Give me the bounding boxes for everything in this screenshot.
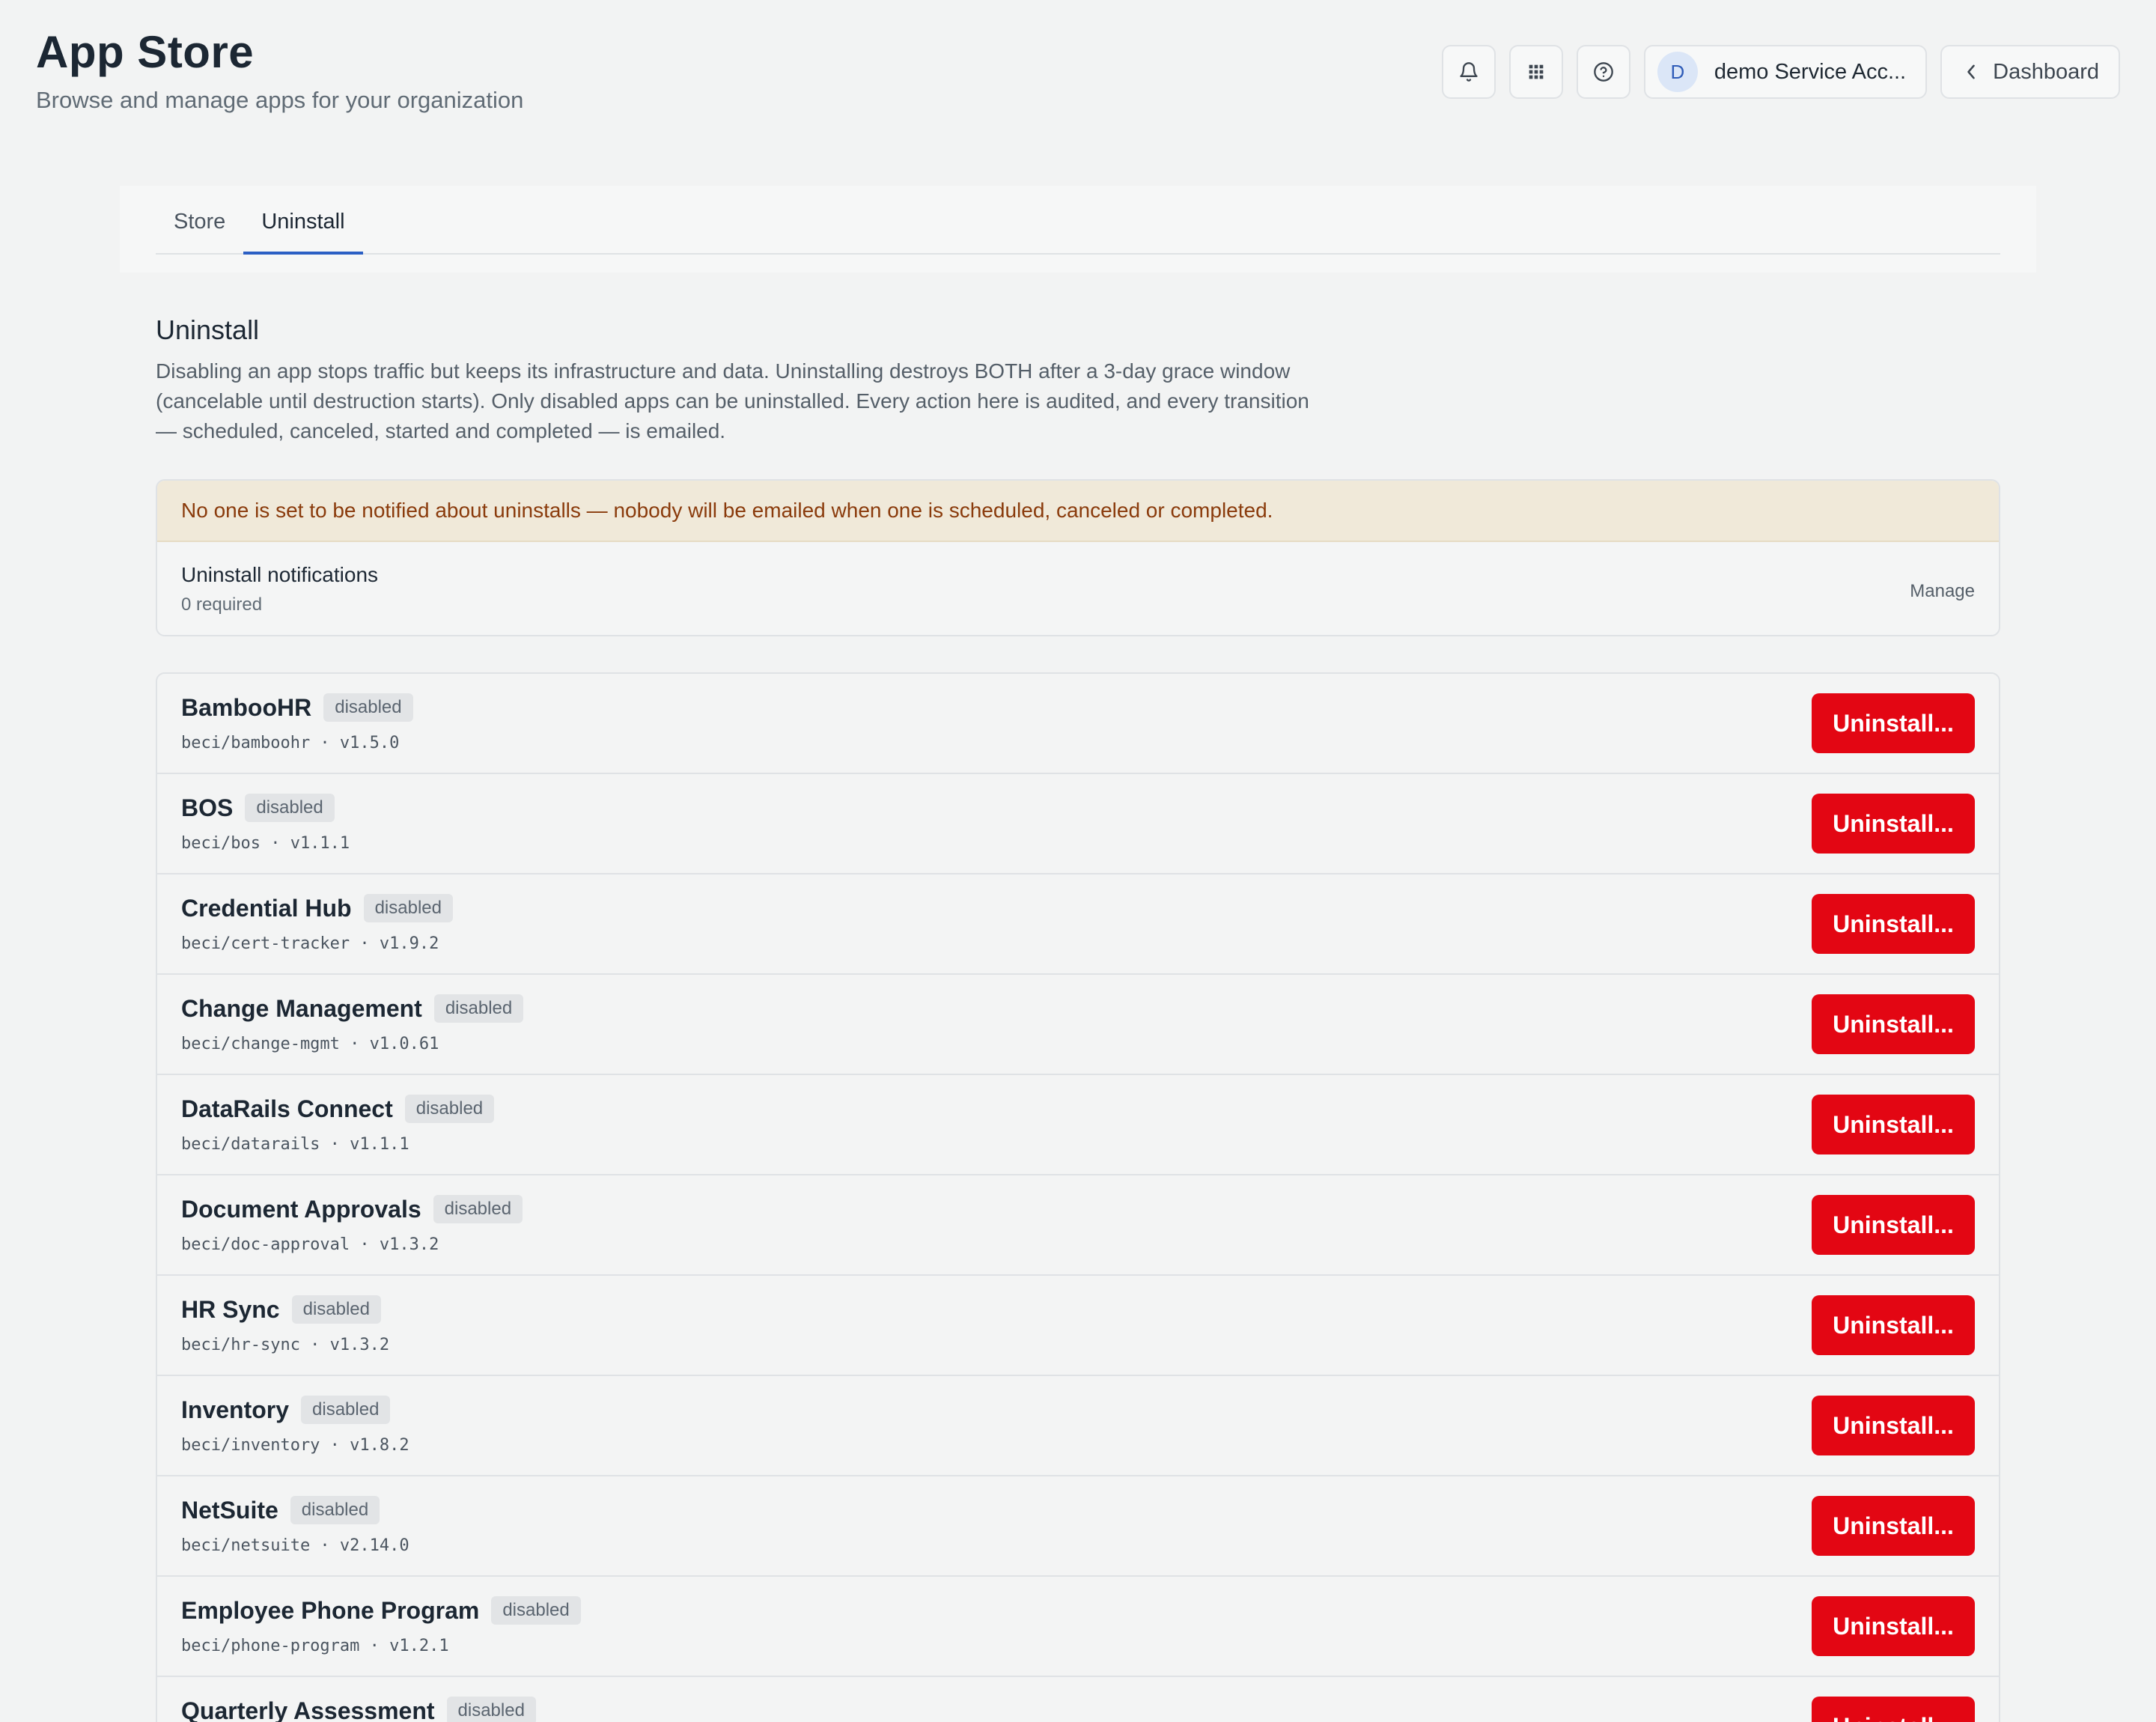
app-name-line: BambooHR disabled [181, 693, 413, 722]
app-name: BOS [181, 794, 234, 821]
app-meta: beci/bos · v1.1.1 [181, 834, 350, 853]
status-badge: disabled [433, 994, 524, 1023]
dashboard-button[interactable]: Dashboard [1940, 45, 2120, 99]
app-store-page: App Store Browse and manage apps for you… [0, 0, 2156, 1722]
list-item: Change Management disabled beci/change-m… [157, 975, 1999, 1075]
uninstall-button[interactable]: Uninstall... [1812, 1697, 1975, 1722]
dashboard-label: Dashboard [1993, 59, 2099, 84]
list-item: BambooHR disabled beci/bamboohr · v1.5.0… [157, 674, 1999, 774]
list-item: Inventory disabled beci/inventory · v1.8… [157, 1376, 1999, 1476]
app-name: Change Management [181, 994, 422, 1022]
uninstall-button[interactable]: Uninstall... [1812, 1496, 1975, 1556]
status-badge: disabled [404, 1095, 495, 1123]
status-badge: disabled [363, 894, 453, 922]
list-item: Document Approvals disabled beci/doc-app… [157, 1175, 1999, 1276]
status-badge: disabled [301, 1396, 391, 1424]
app-name: Credential Hub [181, 894, 352, 922]
list-item: DataRails Connect disabled beci/datarail… [157, 1075, 1999, 1175]
status-badge: disabled [433, 1195, 523, 1223]
app-list: BambooHR disabled beci/bamboohr · v1.5.0… [156, 672, 2000, 1722]
chevron-left-icon [1967, 64, 1975, 79]
tab-bar: Store Uninstall [156, 204, 2000, 255]
app-name-line: Change Management disabled [181, 994, 524, 1023]
uninstall-button[interactable]: Uninstall... [1812, 693, 1975, 753]
tab-uninstall[interactable]: Uninstall [243, 204, 363, 255]
list-item: Credential Hub disabled beci/cert-tracke… [157, 874, 1999, 975]
app-name: HR Sync [181, 1295, 280, 1323]
uninstall-button[interactable]: Uninstall... [1812, 1596, 1975, 1656]
list-item: NetSuite disabled beci/netsuite · v2.14.… [157, 1476, 1999, 1577]
app-name-line: Document Approvals disabled [181, 1195, 523, 1223]
app-name: Inventory [181, 1396, 290, 1423]
grid-icon [1529, 64, 1544, 79]
uninstall-button[interactable]: Uninstall... [1812, 894, 1975, 954]
status-badge: disabled [491, 1596, 581, 1625]
account-name: demo Service Acc... [1714, 59, 1907, 84]
status-badge: disabled [446, 1697, 536, 1722]
notifications-button[interactable] [1441, 45, 1496, 99]
apps-grid-button[interactable] [1508, 45, 1563, 99]
page-header: App Store Browse and manage apps for you… [36, 25, 523, 115]
uninstall-button[interactable]: Uninstall... [1812, 1295, 1975, 1355]
notification-body: Uninstall notifications 0 required Manag… [157, 542, 1999, 635]
account-menu-button[interactable]: D demo Service Acc... [1643, 45, 1928, 99]
uninstall-button[interactable]: Uninstall... [1812, 1195, 1975, 1255]
app-name: NetSuite [181, 1496, 278, 1524]
uninstall-section-header: Uninstall Disabling an app stops traffic… [156, 313, 2000, 446]
section-description: Disabling an app stops traffic but keeps… [156, 359, 1309, 442]
notification-warning: No one is set to be notified about unins… [157, 481, 1999, 542]
status-badge: disabled [323, 693, 413, 722]
app-meta: beci/phone-program · v1.2.1 [181, 1637, 449, 1655]
app-name-line: NetSuite disabled [181, 1496, 380, 1524]
notification-count: 0 required [181, 594, 263, 615]
app-name-line: BOS disabled [181, 794, 335, 822]
app-name-line: HR Sync disabled [181, 1295, 381, 1324]
app-meta: beci/cert-tracker · v1.9.2 [181, 934, 439, 953]
app-meta: beci/bamboohr · v1.5.0 [181, 734, 400, 752]
app-name-line: Quarterly Assessment disabled [181, 1697, 536, 1722]
app-name-line: Inventory disabled [181, 1396, 391, 1424]
uninstall-button[interactable]: Uninstall... [1812, 994, 1975, 1054]
app-meta: beci/datarails · v1.1.1 [181, 1135, 409, 1154]
list-item: BOS disabled beci/bos · v1.1.1 Uninstall… [157, 774, 1999, 874]
app-name-line: Credential Hub disabled [181, 894, 453, 922]
section-title: Uninstall [156, 314, 260, 345]
app-meta: beci/change-mgmt · v1.0.61 [181, 1035, 439, 1053]
help-circle-icon [1594, 62, 1613, 82]
page-subtitle: Browse and manage apps for your organiza… [36, 87, 524, 113]
app-name: Document Approvals [181, 1195, 421, 1223]
uninstall-button[interactable]: Uninstall... [1812, 794, 1975, 854]
status-badge: disabled [291, 1295, 381, 1324]
tab-store[interactable]: Store [156, 204, 243, 255]
app-name-line: Employee Phone Program disabled [181, 1596, 581, 1625]
header-actions: D demo Service Acc... Dashboard [1441, 45, 2120, 99]
notification-title: Uninstall notifications [181, 563, 379, 586]
app-name: Quarterly Assessment [181, 1697, 435, 1722]
status-badge: disabled [245, 794, 335, 822]
uninstall-button[interactable]: Uninstall... [1812, 1095, 1975, 1154]
app-meta: beci/hr-sync · v1.3.2 [181, 1336, 390, 1354]
app-name: BambooHR [181, 693, 312, 721]
manage-notifications-link[interactable]: Manage [1910, 581, 1975, 602]
avatar: D [1657, 52, 1698, 92]
app-meta: beci/inventory · v1.8.2 [181, 1436, 409, 1455]
uninstall-notifications-card: No one is set to be notified about unins… [156, 479, 2000, 636]
app-meta: beci/doc-approval · v1.3.2 [181, 1235, 439, 1254]
tabs-panel: Store Uninstall [120, 186, 2036, 273]
app-meta: beci/netsuite · v2.14.0 [181, 1536, 409, 1555]
status-badge: disabled [290, 1496, 380, 1524]
list-item: HR Sync disabled beci/hr-sync · v1.3.2 U… [157, 1276, 1999, 1376]
bell-icon [1460, 62, 1478, 82]
uninstall-button[interactable]: Uninstall... [1812, 1396, 1975, 1455]
app-name: DataRails Connect [181, 1095, 393, 1122]
app-name: Employee Phone Program [181, 1596, 480, 1624]
app-name-line: DataRails Connect disabled [181, 1095, 495, 1123]
list-item: Employee Phone Program disabled beci/pho… [157, 1577, 1999, 1677]
list-item: Quarterly Assessment disabled Uninstall.… [157, 1677, 1999, 1722]
page-title: App Store [36, 27, 255, 77]
help-button[interactable] [1576, 45, 1630, 99]
